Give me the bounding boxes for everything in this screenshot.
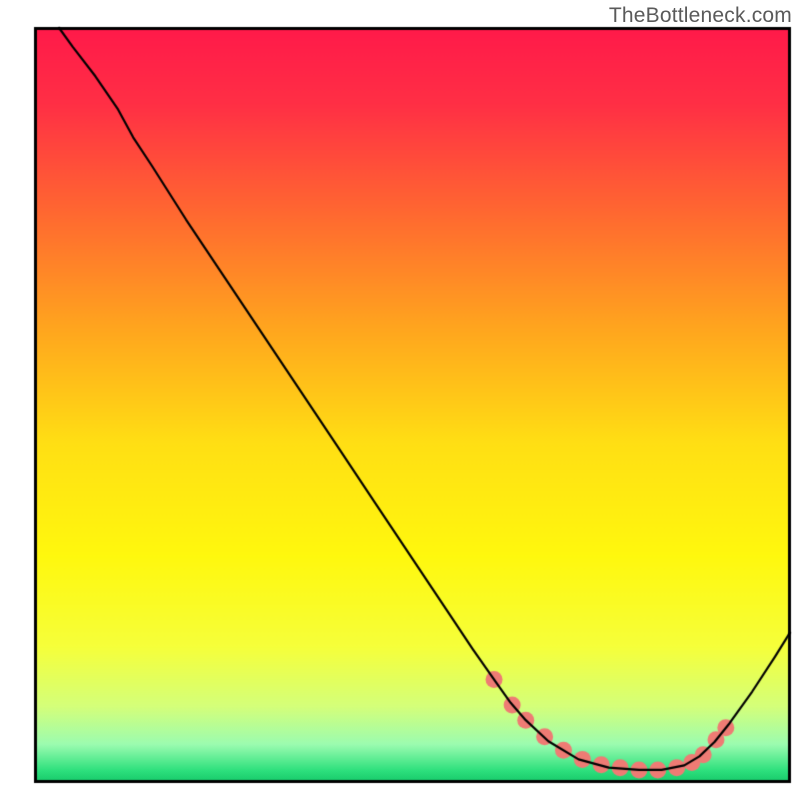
frame-layer bbox=[0, 0, 800, 800]
bottleneck-chart: TheBottleneck.com bbox=[0, 0, 800, 800]
attribution-label: TheBottleneck.com bbox=[609, 4, 792, 28]
